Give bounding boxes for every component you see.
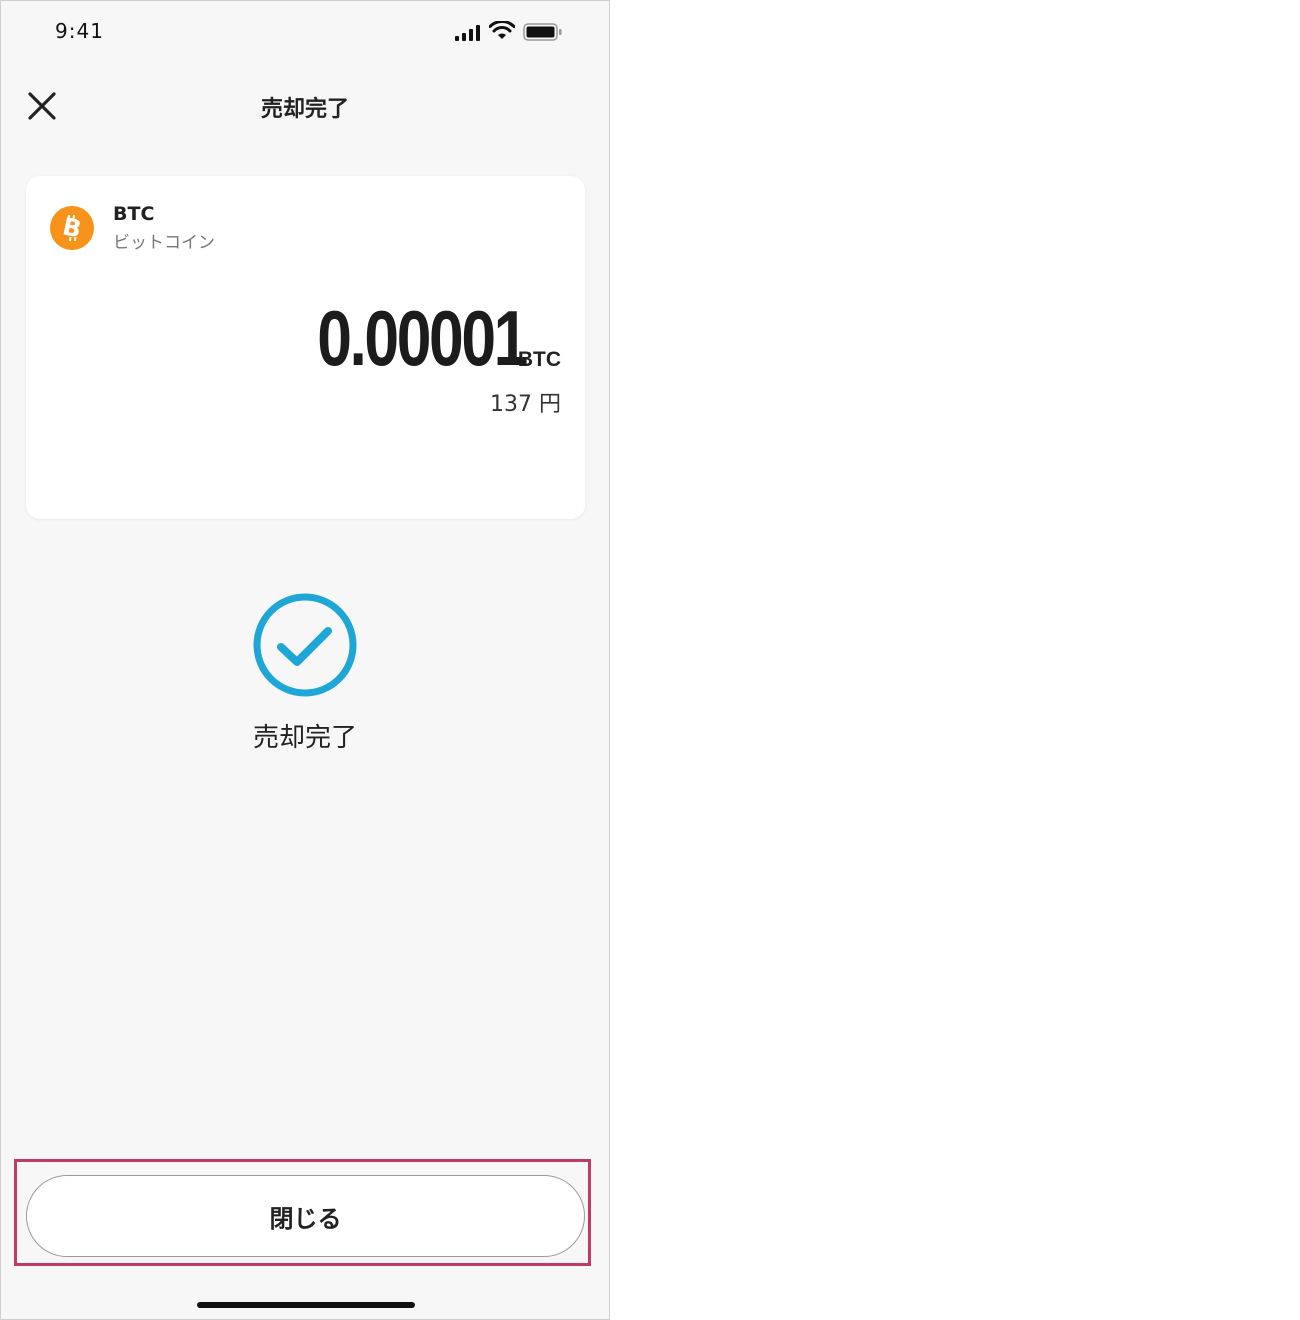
- close-button[interactable]: 閉じる: [26, 1175, 585, 1257]
- status-bar: 9:41: [1, 1, 609, 65]
- asset-name: ビットコイン: [113, 233, 215, 253]
- check-circle-icon: [253, 593, 357, 697]
- status-time: 9:41: [55, 19, 104, 43]
- fiat-value: 137 円: [490, 392, 561, 417]
- phone-screen: 9:41 売却完了 B BTC ビットコイン 0.00001 BTC 137 円…: [0, 0, 610, 1320]
- wifi-icon: [489, 21, 515, 39]
- home-indicator: [197, 1302, 415, 1308]
- amount-value: 0.00001: [317, 294, 528, 382]
- asset-card: B BTC ビットコイン 0.00001 BTC 137 円: [26, 176, 585, 519]
- battery-icon: [523, 23, 562, 41]
- amount-row: 0.00001 BTC: [265, 294, 561, 382]
- signal-icon: [455, 25, 480, 41]
- page-title: 売却完了: [260, 97, 349, 122]
- success-message: 売却完了: [252, 723, 357, 753]
- bitcoin-icon: B: [50, 206, 94, 250]
- asset-symbol: BTC: [113, 203, 155, 225]
